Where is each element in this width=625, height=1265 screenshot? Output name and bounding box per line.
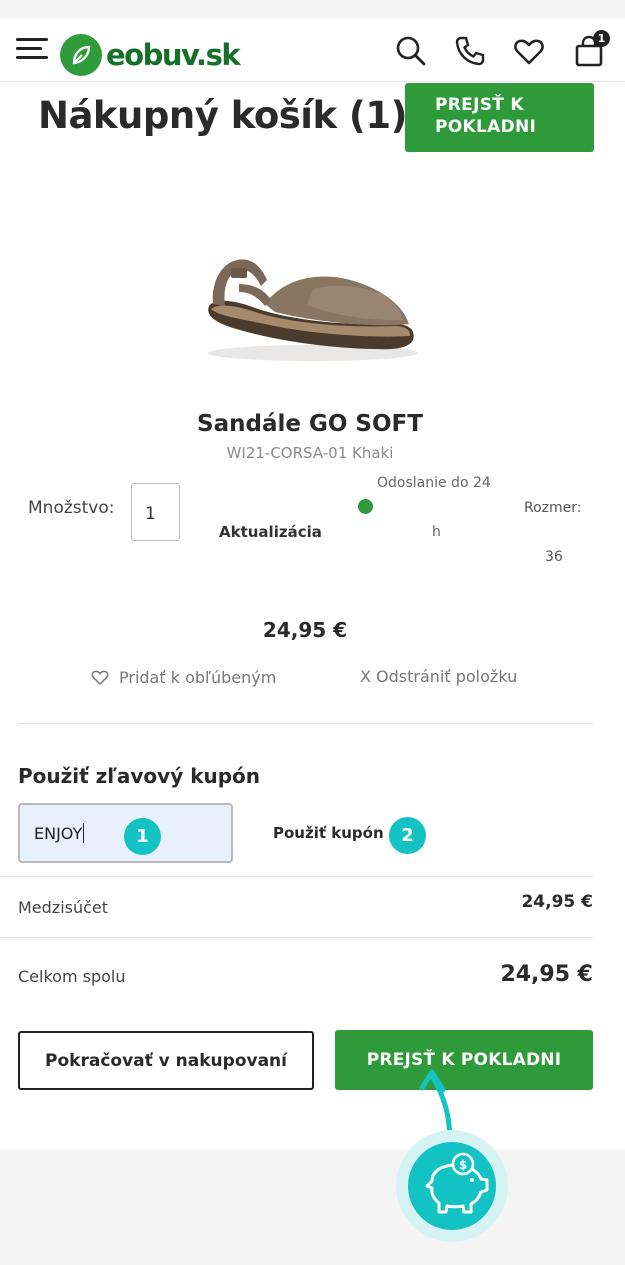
quantity-label: Množstvo: xyxy=(28,498,115,518)
coupon-input-value: ENJOY xyxy=(34,824,83,843)
text-caret xyxy=(83,823,85,843)
total-value: 24,95 € xyxy=(500,962,593,987)
step-badge-2: 2 xyxy=(389,817,426,854)
page-title: Nákupný košík (1) xyxy=(38,94,408,137)
step-badge-1: 1 xyxy=(124,818,161,855)
quantity-input[interactable]: 1 xyxy=(131,483,180,541)
menu-icon[interactable] xyxy=(16,38,48,64)
size-label: Rozmer: xyxy=(524,500,582,516)
availability-dot xyxy=(358,499,373,514)
checkout-button[interactable]: PREJSŤ K POKLADNI xyxy=(335,1030,593,1090)
heart-outline-icon xyxy=(91,670,109,685)
checkout-top-button[interactable]: PREJSŤ K POKLADNI xyxy=(405,83,594,152)
product-name[interactable]: Sandále GO SOFT xyxy=(0,411,620,437)
product-code: WI21-CORSA-01 Khaki xyxy=(226,444,394,462)
divider xyxy=(0,876,593,877)
divider xyxy=(0,937,593,938)
subtotal-label: Medzisúčet xyxy=(18,898,109,917)
add-to-favorites-label: Pridať k obľúbeným xyxy=(119,667,277,687)
size-value: 36 xyxy=(545,549,563,565)
subtotal-value: 24,95 € xyxy=(521,892,593,912)
product-image[interactable] xyxy=(195,188,425,388)
shipping-text-line1: Odoslanie do 24 xyxy=(377,475,491,491)
add-to-favorites-link[interactable]: Pridať k obľúbeným xyxy=(90,667,276,687)
cart-count-badge: 1 xyxy=(593,30,610,47)
update-quantity-link[interactable]: Aktualizácia xyxy=(219,523,322,541)
divider xyxy=(18,723,593,724)
site-header: eobuv.sk 1 xyxy=(0,18,625,82)
continue-shopping-button[interactable]: Pokračovať v nakupovaní xyxy=(18,1031,314,1090)
heart-icon[interactable] xyxy=(512,34,546,68)
logo-text: eobuv.sk xyxy=(106,38,241,72)
cart-page: eobuv.sk 1 Nákupný košík (1) PREJSŤ K PO… xyxy=(0,18,625,1150)
svg-text:$: $ xyxy=(459,1158,467,1172)
total-label: Celkom spolu xyxy=(18,967,126,986)
product-price: 24,95 € xyxy=(262,618,348,642)
cart-bag-icon[interactable]: 1 xyxy=(572,30,610,68)
phone-icon[interactable] xyxy=(453,34,487,68)
remove-item-link[interactable]: X Odstrániť položku xyxy=(360,667,517,686)
shipping-text-line2: h xyxy=(432,524,441,540)
leaf-icon xyxy=(60,34,102,76)
apply-coupon-button[interactable]: Použiť kupón xyxy=(273,824,384,842)
search-icon[interactable] xyxy=(394,34,428,68)
site-logo[interactable]: eobuv.sk xyxy=(60,34,241,76)
coupon-section-title: Použiť zľavový kupón xyxy=(18,764,261,788)
